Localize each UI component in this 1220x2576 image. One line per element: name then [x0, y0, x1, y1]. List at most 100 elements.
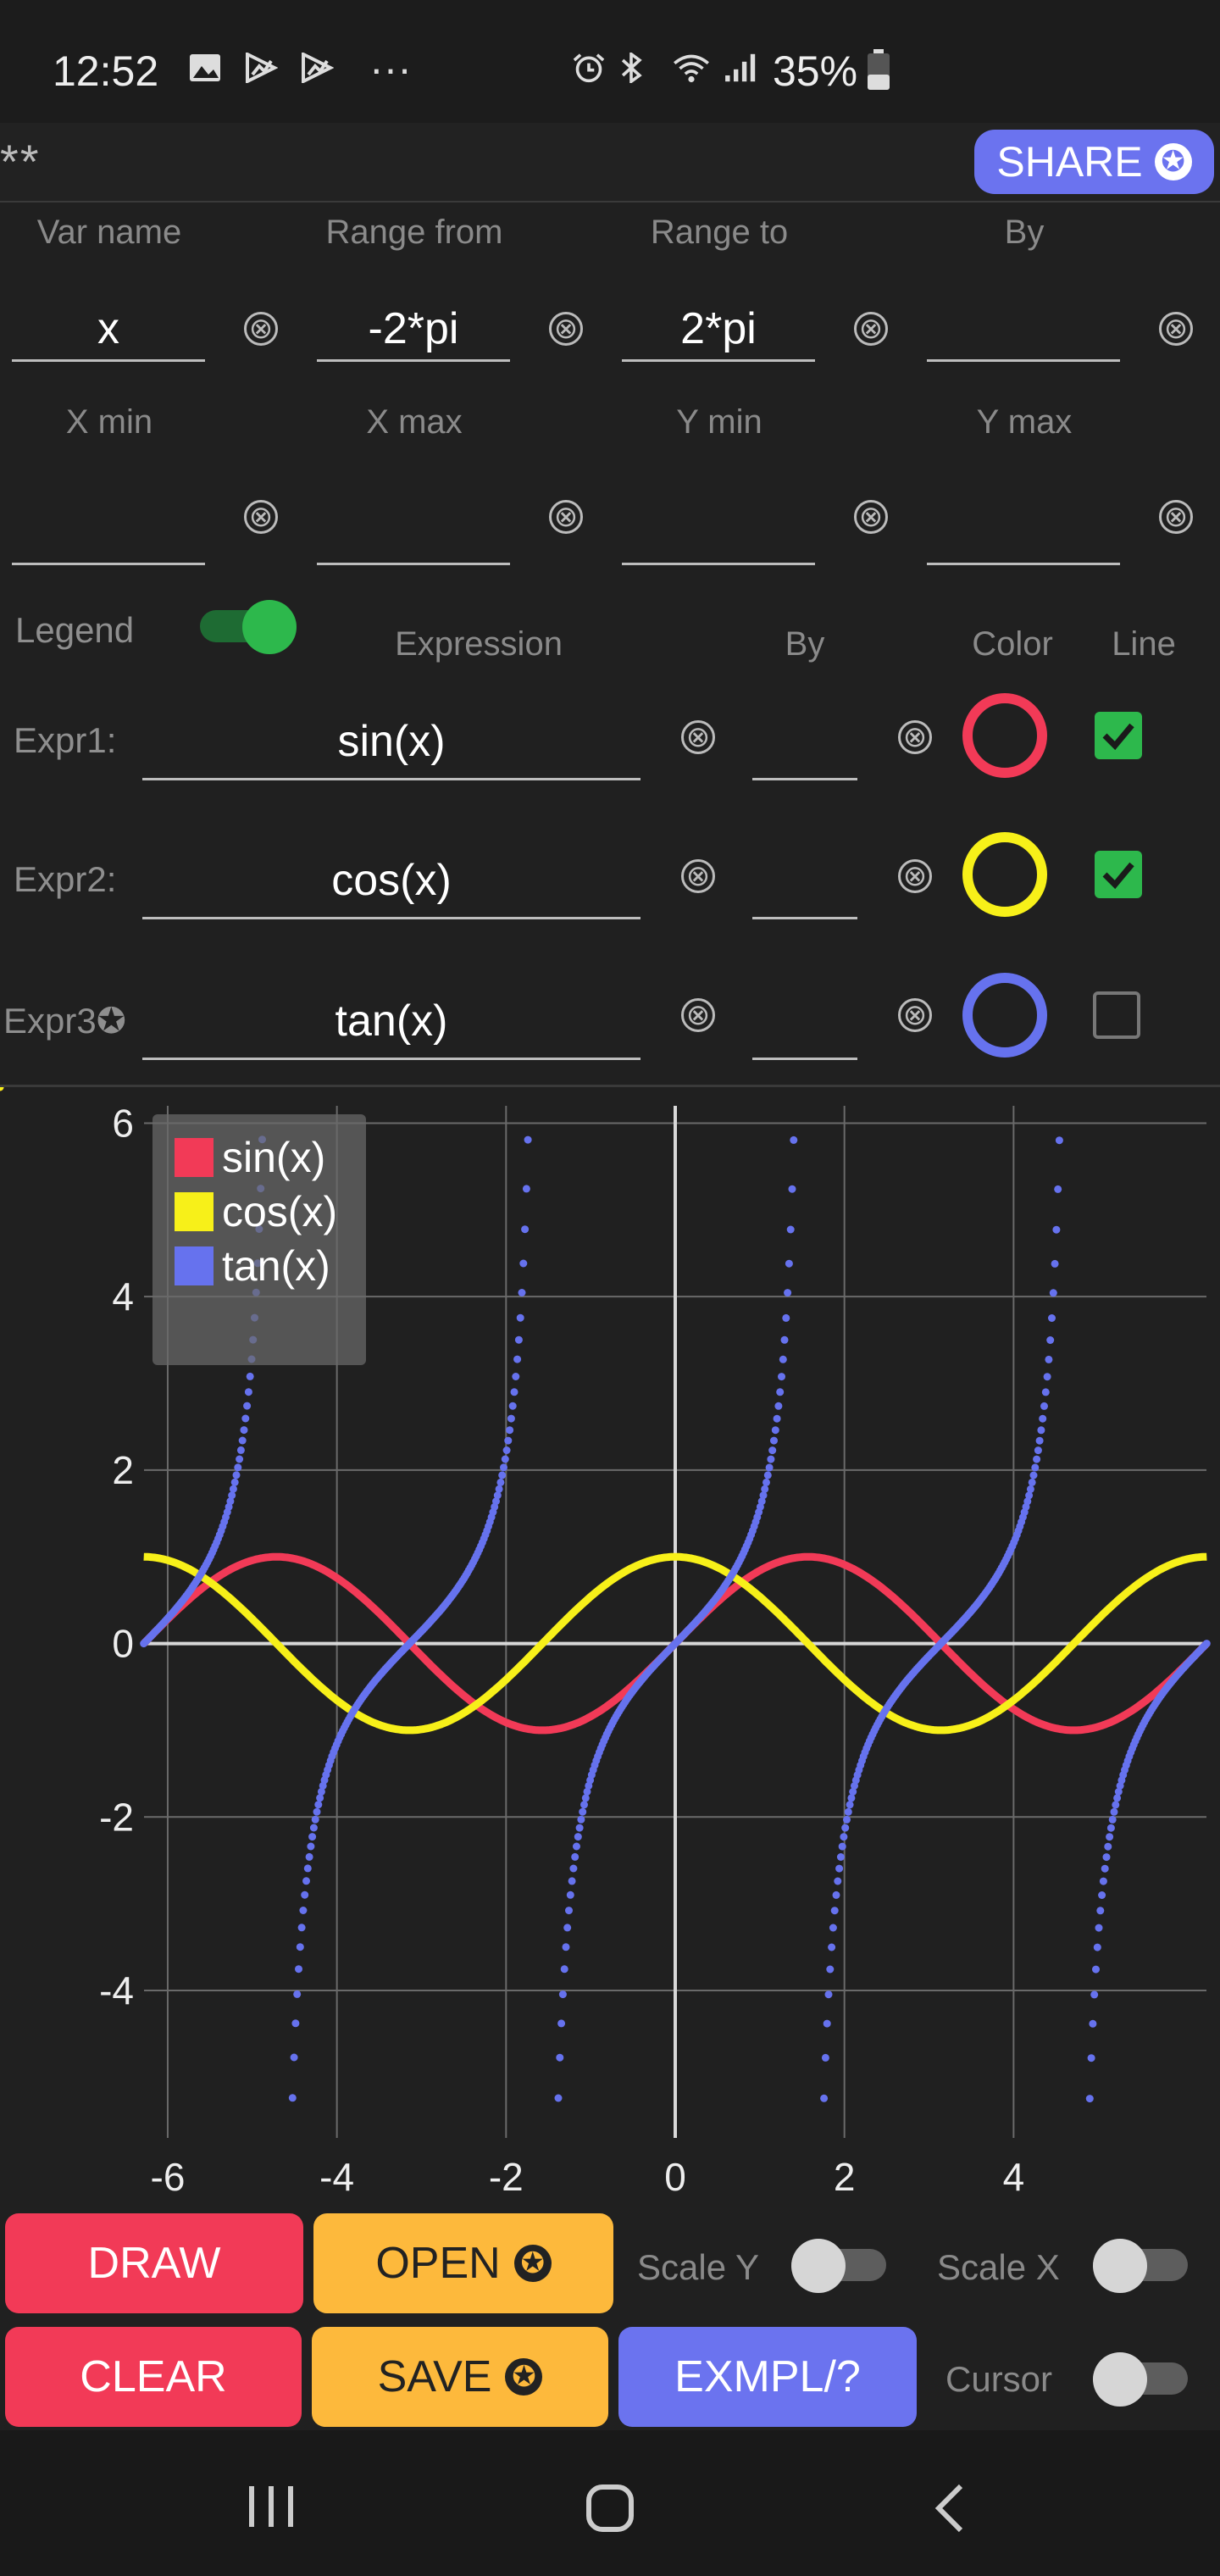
legend-toggle[interactable]	[200, 600, 297, 654]
expr2-by-field[interactable]	[752, 844, 857, 919]
clear-icon[interactable]: ⊗	[898, 998, 932, 1032]
clear-icon[interactable]: ⊗	[244, 312, 278, 346]
data-point	[568, 1877, 576, 1885]
function-plot[interactable]: 6 4 2 0 -2 -4 -6 -4 -2 0 2 4 sin(x) cos(x) tan(x)	[0, 1087, 1220, 2206]
var-name-field[interactable]: x	[12, 298, 205, 362]
wifi-icon	[674, 54, 709, 83]
scale-y-toggle[interactable]	[791, 2239, 886, 2293]
x-tick-label: 4	[1003, 2155, 1025, 2199]
clear-icon[interactable]: ⊗	[681, 998, 715, 1032]
expr1-field[interactable]: sin(x)	[142, 705, 640, 780]
data-point	[303, 1864, 312, 1873]
data-point	[829, 1924, 837, 1932]
expr2-color-picker[interactable]	[962, 832, 1047, 917]
expr3-color-picker[interactable]	[962, 973, 1047, 1058]
clear-icon[interactable]: ⊗	[898, 859, 932, 893]
clear-icon[interactable]: ⊗	[549, 312, 583, 346]
signal-icon	[725, 53, 756, 82]
clear-icon[interactable]: ⊗	[244, 500, 278, 534]
battery-icon	[868, 49, 890, 90]
line-header: Line	[1112, 625, 1176, 663]
home-icon[interactable]	[585, 2483, 635, 2534]
data-point	[1096, 1907, 1105, 1915]
y-tick-label: 0	[112, 1622, 134, 1666]
clear-icon[interactable]: ⊗	[681, 859, 715, 893]
data-point	[838, 1842, 846, 1851]
legend-label: Legend	[15, 610, 135, 650]
data-point	[569, 1864, 578, 1873]
x-max-field[interactable]	[317, 502, 510, 565]
data-point	[501, 1455, 509, 1463]
clear-icon[interactable]: ⊗	[854, 312, 888, 346]
clear-icon[interactable]: ⊗	[1159, 312, 1193, 346]
expr3-by-field[interactable]	[752, 985, 857, 1060]
data-point	[784, 1289, 792, 1297]
clear-icon[interactable]: ⊗	[1159, 500, 1193, 534]
save-button[interactable]: SAVE ✪	[312, 2327, 608, 2427]
y-tick-label: 6	[112, 1101, 134, 1145]
data-point	[1098, 1891, 1106, 1899]
x-min-label: X min	[65, 403, 153, 441]
more-dots-icon: ···	[369, 45, 412, 92]
y-min-field[interactable]	[622, 502, 815, 565]
y-max-field[interactable]	[927, 502, 1120, 565]
draw-button[interactable]: DRAW	[5, 2213, 303, 2313]
y-tick-label: -4	[99, 1968, 134, 2012]
expr2-line-checkbox[interactable]	[1095, 851, 1142, 898]
data-point	[557, 2019, 566, 2028]
expr3-line-checkbox[interactable]	[1093, 991, 1140, 1039]
data-point	[299, 1907, 308, 1914]
back-icon[interactable]	[932, 2483, 969, 2534]
expr1-by-field[interactable]	[752, 705, 857, 780]
expr2-field[interactable]: cos(x)	[142, 844, 640, 919]
data-point	[821, 2053, 829, 2062]
range-from-field[interactable]: -2*pi	[317, 298, 510, 362]
legend-entry: sin(x)	[222, 1134, 325, 1181]
data-point	[241, 1414, 250, 1423]
data-point	[507, 1414, 515, 1423]
data-point	[244, 1388, 252, 1396]
data-point	[1108, 1815, 1117, 1824]
recent-apps-icon[interactable]	[246, 2483, 297, 2530]
data-point	[236, 1455, 244, 1463]
scale-x-toggle[interactable]	[1093, 2239, 1188, 2293]
data-point	[311, 1815, 319, 1824]
clear-icon[interactable]: ⊗	[681, 720, 715, 754]
data-point	[521, 1225, 530, 1234]
clear-icon[interactable]: ⊗	[549, 500, 583, 534]
clear-button[interactable]: CLEAR	[5, 2327, 302, 2427]
data-point	[297, 1924, 306, 1932]
data-point	[508, 1402, 517, 1410]
data-point	[1093, 1943, 1101, 1951]
expr1-line-checkbox[interactable]	[1095, 712, 1142, 759]
data-point	[519, 1259, 528, 1268]
expr1-color-picker[interactable]	[962, 693, 1047, 778]
data-point	[1045, 1355, 1053, 1363]
data-point	[1101, 1864, 1109, 1873]
data-point	[563, 1924, 572, 1932]
data-point	[575, 1824, 584, 1832]
cursor-toggle[interactable]	[1093, 2352, 1188, 2407]
data-point	[560, 1965, 568, 1974]
open-button[interactable]: OPEN ✪	[313, 2213, 613, 2313]
clear-icon[interactable]: ⊗	[854, 500, 888, 534]
expr3-field[interactable]: tan(x)	[142, 985, 640, 1060]
data-point	[565, 1907, 573, 1915]
share-button[interactable]: SHARE ✪	[974, 130, 1214, 194]
data-point	[834, 1877, 842, 1885]
x-min-field[interactable]	[12, 502, 205, 565]
range-to-field[interactable]: 2*pi	[622, 298, 815, 362]
x-tick-label: -2	[489, 2155, 524, 2199]
data-point	[518, 1289, 526, 1296]
data-point	[1095, 1924, 1103, 1932]
data-point	[562, 1943, 570, 1951]
data-point	[820, 2094, 829, 2102]
clear-icon[interactable]: ⊗	[898, 720, 932, 754]
open-label: OPEN	[375, 2239, 501, 2288]
data-point	[1040, 1402, 1048, 1410]
data-point	[1106, 1833, 1114, 1841]
examples-button[interactable]: EXMPL/?	[618, 2327, 917, 2427]
legend-swatch	[175, 1138, 214, 1177]
data-point	[302, 1877, 310, 1885]
range-by-field[interactable]	[927, 298, 1120, 362]
